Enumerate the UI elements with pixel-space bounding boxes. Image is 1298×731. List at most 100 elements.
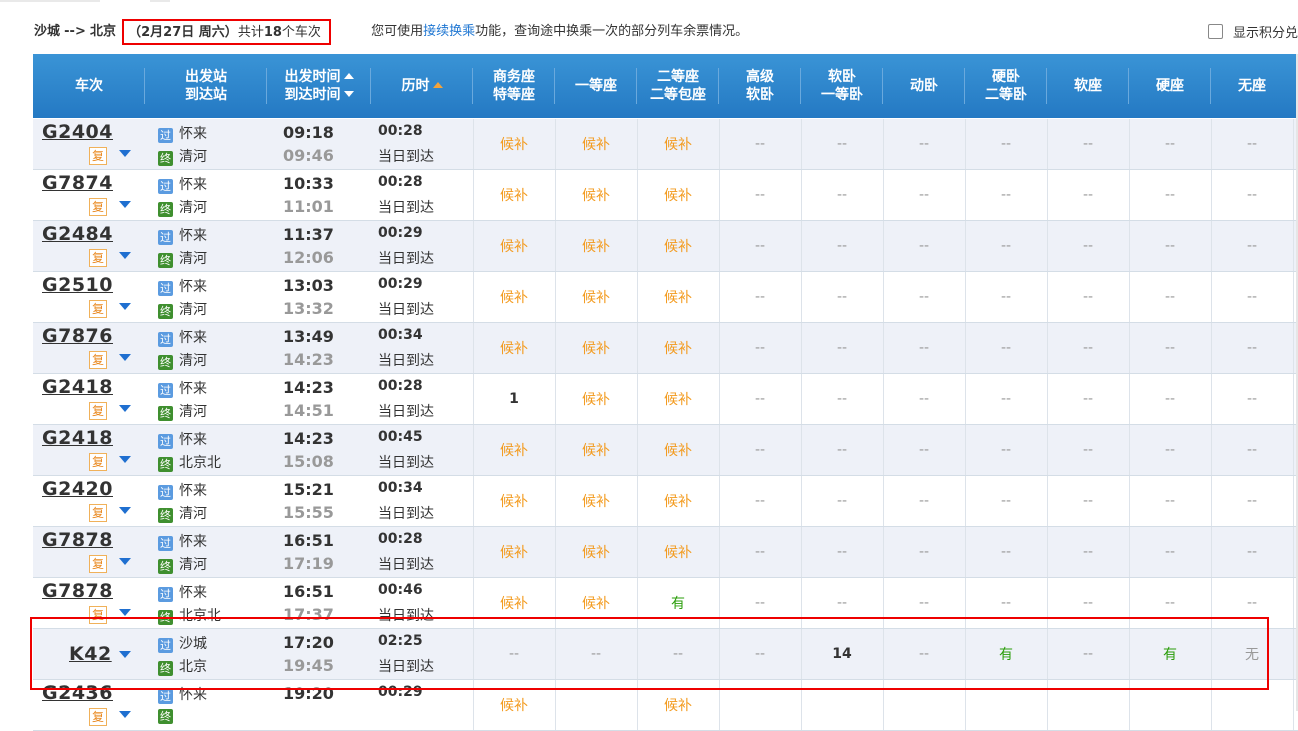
expand-stops-icon[interactable]: [119, 609, 131, 616]
train-number-link[interactable]: G2420: [42, 478, 113, 500]
expand-stops-icon[interactable]: [119, 303, 131, 310]
query-summary: 沙城 --> 北京 （2月27日 周六）共计18个车次 您可使用接续换乘功能，查…: [34, 18, 748, 45]
train-row[interactable]: G2418 复过怀来终北京北 14:23 15:08 00:45 当日到达 候补 候补 候补 --…: [33, 425, 1298, 476]
seat-availability[interactable]: 候补: [473, 119, 555, 169]
seat-availability[interactable]: 候补: [637, 527, 719, 577]
expand-stops-icon[interactable]: [119, 558, 131, 565]
seat-availability[interactable]: 候补: [473, 221, 555, 271]
seat-availability[interactable]: 候补: [555, 476, 637, 526]
train-row[interactable]: K42 过沙城终北京 17:20 19:45 02:25 当日到达 -- -- -- -- 14 --…: [33, 629, 1298, 680]
expand-stops-icon[interactable]: [119, 405, 131, 412]
seat-availability[interactable]: 有: [965, 629, 1047, 679]
column-label: 软卧: [828, 69, 856, 85]
train-number-link[interactable]: G2484: [42, 223, 113, 245]
expand-stops-icon[interactable]: [119, 201, 131, 208]
seat-availability[interactable]: 候补: [473, 476, 555, 526]
train-row[interactable]: G7874 复过怀来终清河 10:33 11:01 00:28 当日到达 候补 候补 候补 -- -…: [33, 170, 1298, 221]
train-row[interactable]: G2418 复过怀来终清河 14:23 14:51 00:28 当日到达 1 候补 候补 -- --…: [33, 374, 1298, 425]
seat-availability[interactable]: 候补: [637, 272, 719, 322]
seat-availability[interactable]: 候补: [555, 374, 637, 424]
seat-availability: --: [1246, 136, 1258, 152]
travel-date: （2月27日 周六）: [128, 25, 238, 40]
seat-availability[interactable]: 1: [473, 374, 555, 424]
pass-station-icon: 过: [158, 383, 173, 398]
seat-availability[interactable]: 候补: [555, 170, 637, 220]
seat-availability[interactable]: 候补: [637, 170, 719, 220]
train-number-link[interactable]: G7874: [42, 172, 113, 194]
train-number-link[interactable]: G7878: [42, 580, 113, 602]
arrival-station-name: 清河: [179, 557, 207, 573]
train-row[interactable]: G7878 复过怀来终清河 16:51 17:19 00:28 当日到达 候补 候补 候补 -- -…: [33, 527, 1298, 578]
seat-availability[interactable]: 候补: [473, 323, 555, 373]
duration: 02:25: [378, 633, 423, 649]
seat-availability[interactable]: 候补: [637, 323, 719, 373]
seat-availability: --: [836, 493, 848, 509]
expand-stops-icon[interactable]: [119, 651, 131, 658]
train-row[interactable]: G7878 复过怀来终北京北 16:51 17:37 00:46 当日到达 候补 候补有 -- -…: [33, 578, 1298, 629]
seat-availability[interactable]: 候补: [637, 680, 719, 730]
seat-availability: --: [1164, 595, 1176, 611]
show-points-toggle[interactable]: 显示积分兑: [1208, 22, 1298, 41]
train-row[interactable]: G7876 复过怀来终清河 13:49 14:23 00:34 当日到达 候补 候补 候补 -- -…: [33, 323, 1298, 374]
seat-availability: --: [1000, 493, 1012, 509]
seat-availability: --: [1082, 442, 1094, 458]
seat-availability[interactable]: 候补: [473, 425, 555, 475]
sort-duration-icon[interactable]: [432, 82, 443, 88]
seat-availability: --: [1000, 442, 1012, 458]
column-header[interactable]: 出发时间 到达时间: [267, 54, 371, 118]
points-checkbox[interactable]: [1208, 24, 1223, 39]
seat-availability[interactable]: 候补: [473, 680, 555, 730]
expand-stops-icon[interactable]: [119, 711, 131, 718]
seat-availability[interactable]: 候补: [555, 425, 637, 475]
seat-availability[interactable]: 候补: [473, 578, 555, 628]
seat-availability[interactable]: 候补: [473, 170, 555, 220]
column-header[interactable]: 历时: [371, 54, 473, 118]
expand-stops-icon[interactable]: [119, 507, 131, 514]
seat-availability[interactable]: 候补: [637, 119, 719, 169]
train-number-link[interactable]: K42: [69, 643, 112, 665]
train-row[interactable]: G2404 复过怀来终清河 09:18 09:46 00:28 当日到达 候补 候补 候补 -- -…: [33, 119, 1298, 170]
seat-availability[interactable]: 候补: [555, 527, 637, 577]
seat-availability[interactable]: 候补: [473, 272, 555, 322]
seat-availability[interactable]: 候补: [555, 119, 637, 169]
train-number-link[interactable]: G2404: [42, 121, 113, 143]
date-count-box: （2月27日 周六）共计18个车次: [122, 19, 331, 45]
seat-availability[interactable]: 候补: [473, 527, 555, 577]
seat-availability: --: [1246, 544, 1258, 560]
expand-stops-icon[interactable]: [119, 252, 131, 259]
seat-availability[interactable]: 候补: [637, 476, 719, 526]
seat-availability[interactable]: 候补: [555, 221, 637, 271]
seat-availability[interactable]: 候补: [555, 578, 637, 628]
train-row[interactable]: G2420 复过怀来终清河 15:21 15:55 00:34 当日到达 候补 候补 候补 -- -…: [33, 476, 1298, 527]
seat-availability[interactable]: 候补: [637, 221, 719, 271]
train-number-link[interactable]: G7876: [42, 325, 113, 347]
seat-availability[interactable]: 有: [1129, 629, 1211, 679]
sort-up-icon[interactable]: [343, 73, 354, 79]
sort-down-icon[interactable]: [343, 91, 354, 97]
seat-availability[interactable]: 候补: [637, 425, 719, 475]
expand-stops-icon[interactable]: [119, 354, 131, 361]
transfer-link[interactable]: 接续换乘: [423, 24, 475, 39]
seat-availability: [719, 680, 801, 730]
expand-stops-icon[interactable]: [119, 456, 131, 463]
column-header: 高级 软卧: [719, 54, 801, 118]
train-number-link[interactable]: G2436: [42, 682, 113, 704]
train-number-link[interactable]: G7878: [42, 529, 113, 551]
seat-availability: --: [1082, 238, 1094, 254]
train-row[interactable]: G2484 复过怀来终清河 11:37 12:06 00:29 当日到达 候补 候补 候补 -- -…: [33, 221, 1298, 272]
seat-availability[interactable]: 候补: [555, 272, 637, 322]
terminal-station-icon: 终: [158, 661, 173, 676]
train-row[interactable]: G2436 复过怀来终 19:20 00:29 候补 候补: [33, 680, 1298, 731]
train-number-link[interactable]: G2510: [42, 274, 113, 296]
repeat-badge: 复: [89, 504, 107, 522]
train-number-link[interactable]: G2418: [42, 427, 113, 449]
expand-stops-icon[interactable]: [119, 150, 131, 157]
seat-availability[interactable]: 14: [801, 629, 883, 679]
seat-availability[interactable]: 候补: [555, 323, 637, 373]
train-row[interactable]: G2510 复过怀来终清河 13:03 13:32 00:29 当日到达 候补 候补 候补 -- -…: [33, 272, 1298, 323]
seat-availability: --: [1000, 544, 1012, 560]
train-number-link[interactable]: G2418: [42, 376, 113, 398]
seat-availability[interactable]: 候补: [637, 374, 719, 424]
seat-availability[interactable]: 有: [637, 578, 719, 628]
seat-availability: --: [918, 646, 930, 662]
